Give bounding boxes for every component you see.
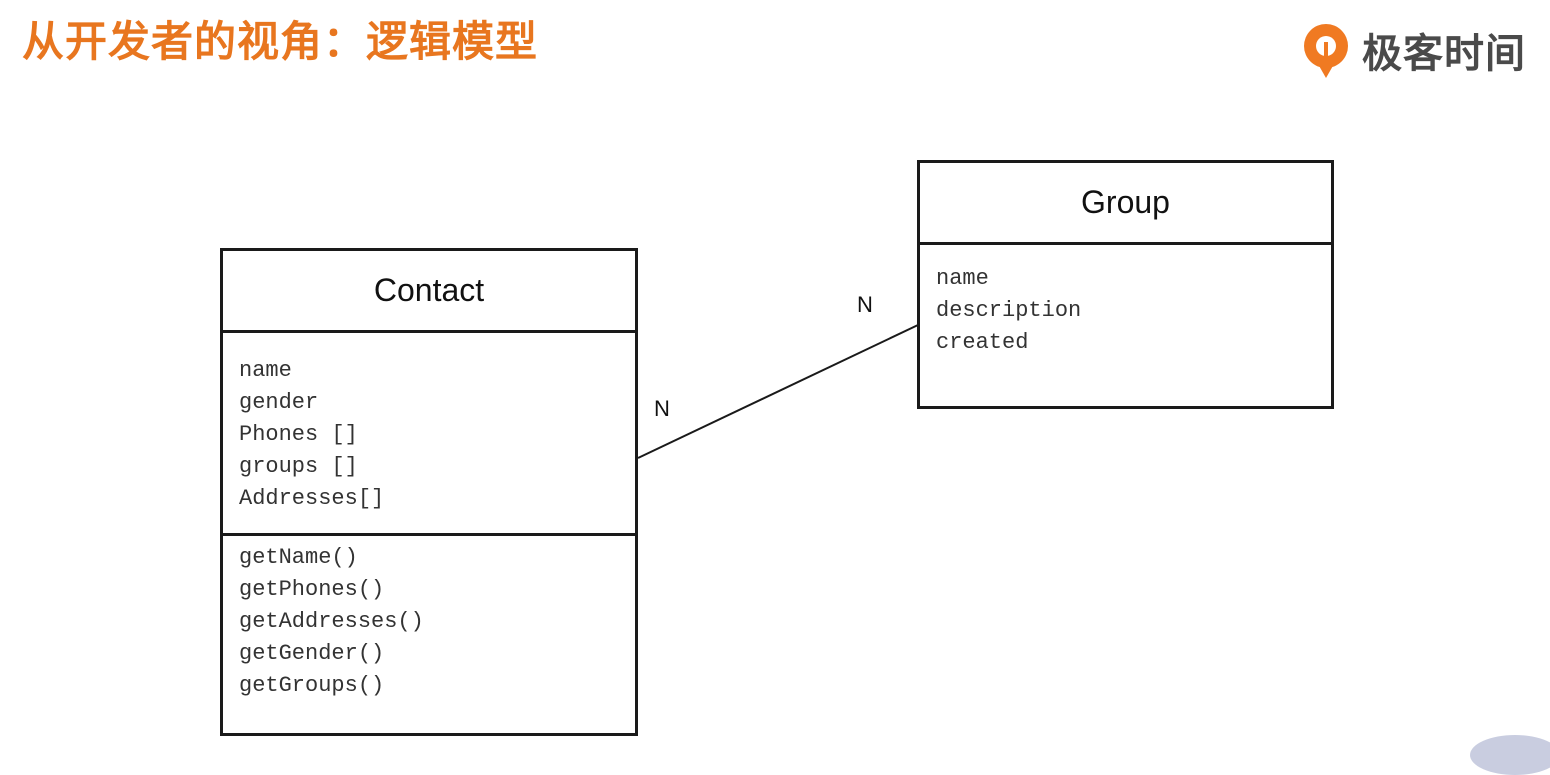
slide-title: 从开发者的视角：逻辑模型 xyxy=(22,17,539,66)
group-attributes: name description created xyxy=(920,245,1331,359)
contact-attribute: name xyxy=(239,358,292,383)
group-multiplicity: N xyxy=(857,292,873,317)
group-attribute: description xyxy=(936,298,1082,323)
contact-method: getName() xyxy=(239,545,358,570)
corner-decoration xyxy=(1470,735,1550,775)
contact-attribute: Addresses[] xyxy=(239,486,385,511)
contact-class-box: Contact name gender Phones [] groups [] … xyxy=(220,248,638,736)
association-line xyxy=(637,324,919,459)
group-attribute: name xyxy=(936,266,989,291)
contact-method: getGender() xyxy=(239,641,385,666)
group-class-box: Group name description created xyxy=(917,160,1334,409)
geekbang-logo-icon xyxy=(1304,24,1348,78)
contact-attribute: Phones [] xyxy=(239,422,358,447)
contact-method: getGroups() xyxy=(239,673,385,698)
group-class-name: Group xyxy=(920,163,1331,245)
contact-attributes: name gender Phones [] groups [] Addresse… xyxy=(223,333,635,536)
contact-method: getPhones() xyxy=(239,577,385,602)
contact-multiplicity: N xyxy=(654,396,670,421)
contact-method: getAddresses() xyxy=(239,609,424,634)
contact-class-name: Contact xyxy=(223,251,635,333)
logo-text: 极客时间 xyxy=(1362,31,1526,77)
contact-attribute: gender xyxy=(239,390,319,415)
geekbang-logo: 极客时间 xyxy=(1300,18,1526,82)
contact-methods: getName() getPhones() getAddresses() get… xyxy=(223,536,635,702)
group-attribute: created xyxy=(936,330,1029,355)
contact-attribute: groups [] xyxy=(239,454,358,479)
